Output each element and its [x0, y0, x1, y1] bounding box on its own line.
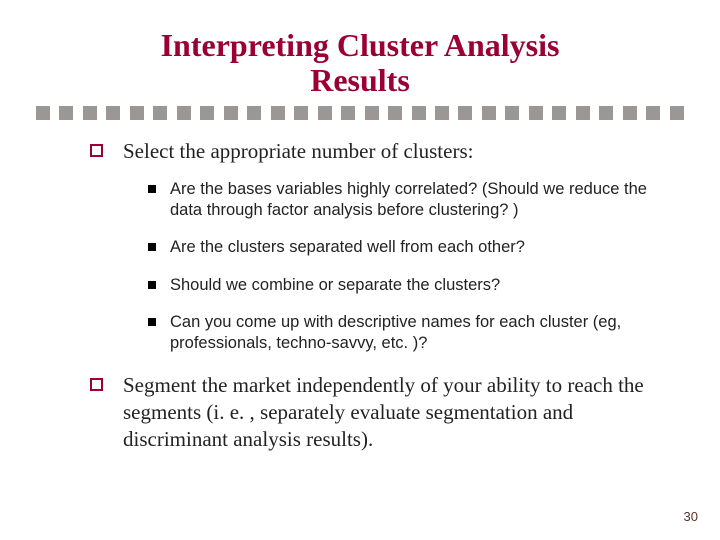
list-item: Can you come up with descriptive names f… — [148, 312, 650, 354]
title-line-1: Interpreting Cluster Analysis — [161, 27, 560, 63]
slide-title: Interpreting Cluster Analysis Results — [0, 0, 720, 106]
page-number: 30 — [684, 509, 698, 524]
sub-bullet-text: Are the bases variables highly correlate… — [170, 179, 650, 221]
divider-row — [36, 106, 684, 120]
bullet-text: Segment the market independently of your… — [123, 372, 650, 453]
filled-square-icon — [148, 318, 156, 326]
sub-list: Are the bases variables highly correlate… — [148, 179, 650, 354]
bullet-text: Select the appropriate number of cluster… — [123, 138, 473, 165]
square-bullet-icon — [90, 378, 103, 391]
sub-bullet-text: Should we combine or separate the cluste… — [170, 275, 500, 296]
list-item: Select the appropriate number of cluster… — [90, 138, 650, 165]
list-item: Are the clusters separated well from eac… — [148, 237, 650, 258]
filled-square-icon — [148, 243, 156, 251]
filled-square-icon — [148, 281, 156, 289]
list-item: Are the bases variables highly correlate… — [148, 179, 650, 221]
sub-bullet-text: Are the clusters separated well from eac… — [170, 237, 525, 258]
slide: Interpreting Cluster Analysis Results Se… — [0, 0, 720, 540]
content-area: Select the appropriate number of cluster… — [0, 138, 720, 452]
filled-square-icon — [148, 185, 156, 193]
title-line-2: Results — [310, 62, 410, 98]
sub-bullet-text: Can you come up with descriptive names f… — [170, 312, 650, 354]
list-item: Should we combine or separate the cluste… — [148, 275, 650, 296]
square-bullet-icon — [90, 144, 103, 157]
list-item: Segment the market independently of your… — [90, 372, 650, 453]
